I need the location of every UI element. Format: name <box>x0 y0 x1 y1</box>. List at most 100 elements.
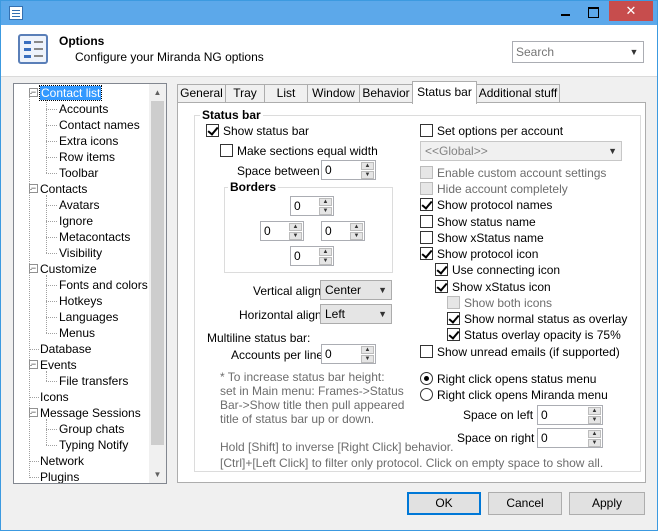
border-left-stepper[interactable]: ▲▼ <box>260 221 304 241</box>
show-unread-emails-checkbox[interactable]: Show unread emails (if supported) <box>420 345 620 359</box>
vertical-align-select[interactable]: Center ▼ <box>320 280 392 300</box>
tree-item-label: Customize <box>40 262 97 276</box>
tab-status-bar[interactable]: Status bar <box>412 81 477 104</box>
sidebar-item-message-sessions[interactable]: − Message Sessions <box>29 405 141 421</box>
border-bottom-input[interactable] <box>291 247 319 265</box>
search-combo[interactable]: ▼ <box>512 41 644 63</box>
border-right-input[interactable] <box>322 222 350 240</box>
border-top-stepper[interactable]: ▲▼ <box>290 196 334 216</box>
border-top-input[interactable] <box>291 197 319 215</box>
tab-additional-stuff[interactable]: Additional stuff <box>476 84 560 103</box>
ctrl-hint: [Ctrl]+[Left Click] to filter only proto… <box>220 456 604 470</box>
show-status-bar-checkbox[interactable]: Show status bar <box>206 124 309 138</box>
show-xstatus-icon-checkbox[interactable]: Show xStatus icon <box>435 280 551 294</box>
space-right-label: Space on right <box>457 431 535 445</box>
tree-item-label: Languages <box>59 310 119 324</box>
equal-width-checkbox[interactable]: Make sections equal width <box>220 144 378 158</box>
tab-tray[interactable]: Tray <box>225 84 265 103</box>
sidebar-item-menus[interactable]: Menus <box>59 325 95 341</box>
border-bottom-stepper[interactable]: ▲▼ <box>290 246 334 266</box>
tree-item-label: Network <box>40 454 85 468</box>
accounts-per-line-stepper[interactable]: ▲▼ <box>321 344 376 364</box>
chevron-down-icon[interactable]: ▼ <box>627 45 641 59</box>
show-normal-overlay-checkbox[interactable]: Show normal status as overlay <box>447 312 627 326</box>
border-right-stepper[interactable]: ▲▼ <box>321 221 365 241</box>
sidebar-item-contacts[interactable]: − Contacts <box>29 181 87 197</box>
tree-item-label: Accounts <box>59 102 109 116</box>
scroll-up-icon[interactable]: ▲ <box>149 84 166 101</box>
show-xstatus-name-checkbox[interactable]: Show xStatus name <box>420 231 544 245</box>
sidebar-item-group-chats[interactable]: Group chats <box>59 421 124 437</box>
sidebar-item-contact-list[interactable]: − Contact list <box>29 85 103 101</box>
right-click-miranda-radio[interactable]: Right click opens Miranda menu <box>420 388 608 402</box>
overlay-opacity-checkbox[interactable]: Status overlay opacity is 75% <box>447 328 621 342</box>
hint-line-3: Bar->Show title then pull appeared <box>220 398 405 412</box>
app-options-icon[interactable] <box>9 6 23 20</box>
space-between-input[interactable] <box>322 161 360 179</box>
accounts-per-line-input[interactable] <box>322 345 360 363</box>
use-connecting-icon-checkbox[interactable]: Use connecting icon <box>435 263 560 277</box>
sidebar-item-visibility[interactable]: Visibility <box>59 245 102 261</box>
sidebar-item-typing-notify[interactable]: Typing Notify <box>59 437 128 453</box>
tree-connector <box>29 269 31 270</box>
sidebar-item-metacontacts[interactable]: Metacontacts <box>59 229 130 245</box>
tree-connector <box>46 429 57 430</box>
sidebar-item-icons[interactable]: Icons <box>40 389 69 405</box>
show-both-icons-checkbox[interactable]: Show both icons <box>447 296 552 310</box>
show-status-name-checkbox[interactable]: Show status name <box>420 215 536 229</box>
space-left-stepper[interactable]: ▲▼ <box>537 405 603 425</box>
space-left-input[interactable] <box>538 406 586 424</box>
vertical-align-label: Vertical align <box>253 284 322 298</box>
sidebar-item-row-items[interactable]: Row items <box>59 149 115 165</box>
sidebar-item-database[interactable]: Database <box>40 341 91 357</box>
border-left-input[interactable] <box>261 222 289 240</box>
set-per-account-checkbox[interactable]: Set options per account <box>420 124 563 138</box>
space-between-stepper[interactable]: ▲▼ <box>321 160 376 180</box>
tree-connector <box>46 125 57 126</box>
tree-item-label: Message Sessions <box>40 406 141 420</box>
tab-general[interactable]: General <box>177 84 226 103</box>
status-bar-panel: Status bar Show status bar Make sections… <box>177 102 646 483</box>
hide-completely-checkbox[interactable]: Hide account completely <box>420 182 568 196</box>
space-right-input[interactable] <box>538 429 586 447</box>
scroll-thumb[interactable] <box>151 101 164 445</box>
horizontal-align-select[interactable]: Left ▼ <box>320 304 392 324</box>
options-tree[interactable]: − Contact list Accounts Contact names Extra … <box>13 83 167 484</box>
search-input[interactable] <box>513 42 623 62</box>
account-select[interactable]: <<Global>> ▼ <box>420 141 622 161</box>
section-title: Status bar <box>200 108 263 122</box>
sidebar-item-contact-names[interactable]: Contact names <box>59 117 140 133</box>
sidebar-item-plugins[interactable]: Plugins <box>40 469 79 483</box>
sidebar-item-languages[interactable]: Languages <box>59 309 118 325</box>
title-bar: ✕ <box>1 1 657 25</box>
ok-button[interactable]: OK <box>407 492 481 515</box>
sidebar-item-ignore[interactable]: Ignore <box>59 213 93 229</box>
sidebar-item-customize[interactable]: − Customize <box>29 261 97 277</box>
cancel-button[interactable]: Cancel <box>488 492 562 515</box>
tab-list[interactable]: List <box>264 84 308 103</box>
tree-connector <box>46 237 57 238</box>
scroll-down-icon[interactable]: ▼ <box>149 466 166 483</box>
space-right-stepper[interactable]: ▲▼ <box>537 428 603 448</box>
sidebar-item-hotkeys[interactable]: Hotkeys <box>59 293 102 309</box>
show-protocol-icon-checkbox[interactable]: Show protocol icon <box>420 247 538 261</box>
close-button[interactable]: ✕ <box>609 1 653 21</box>
right-click-status-radio[interactable]: Right click opens status menu <box>420 372 596 386</box>
minimize-button[interactable] <box>551 1 579 21</box>
sidebar-item-accounts[interactable]: Accounts <box>59 101 108 117</box>
tree-scrollbar[interactable]: ▲ ▼ <box>149 84 166 483</box>
maximize-button[interactable] <box>579 1 607 21</box>
tab-behavior[interactable]: Behavior <box>359 84 413 103</box>
sidebar-item-extra-icons[interactable]: Extra icons <box>59 133 118 149</box>
enable-custom-checkbox[interactable]: Enable custom account settings <box>420 166 606 180</box>
show-protocol-names-checkbox[interactable]: Show protocol names <box>420 198 552 212</box>
apply-button[interactable]: Apply <box>569 492 645 515</box>
sidebar-item-file-transfers[interactable]: File transfers <box>59 373 128 389</box>
tree-line <box>46 371 47 381</box>
sidebar-item-avatars[interactable]: Avatars <box>59 197 99 213</box>
sidebar-item-fonts-and-colors[interactable]: Fonts and colors <box>59 277 148 293</box>
sidebar-item-toolbar[interactable]: Toolbar <box>59 165 98 181</box>
sidebar-item-network[interactable]: Network <box>40 453 84 469</box>
tab-window[interactable]: Window <box>307 84 360 103</box>
hint-line-2: set in Main menu: Frames->Status <box>220 384 404 398</box>
